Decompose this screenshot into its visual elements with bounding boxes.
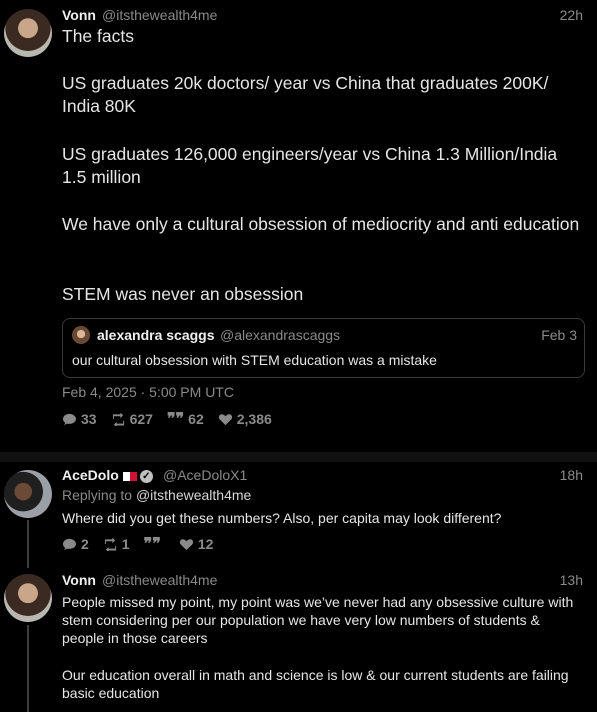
quote-icon: ❞❞ bbox=[143, 536, 161, 553]
retweet-count: 1 bbox=[121, 536, 130, 552]
reply-count: 2 bbox=[81, 536, 89, 552]
reply-stat[interactable]: 33 bbox=[62, 411, 97, 427]
heart-icon bbox=[218, 413, 232, 425]
quote-author-name[interactable]: alexandra scaggs bbox=[97, 327, 215, 343]
comment-icon bbox=[63, 538, 76, 550]
like-stat[interactable]: 12 bbox=[179, 536, 214, 552]
author-handle[interactable]: @AceDoloX1 bbox=[163, 467, 247, 483]
quote-stat[interactable]: ❞❞ 62 bbox=[167, 409, 204, 429]
retweet-icon bbox=[104, 537, 116, 551]
author-name[interactable]: AceDolo ✓ bbox=[62, 467, 153, 483]
tweet-paragraph: US graduates 126,000 engineers/year vs C… bbox=[62, 144, 558, 187]
replying-prefix: Replying to bbox=[62, 487, 133, 503]
tweet-paragraph: Our education overall in math and scienc… bbox=[62, 667, 569, 701]
panama-flag-icon bbox=[122, 471, 137, 481]
thread-divider bbox=[0, 452, 597, 462]
author-name-text: AceDolo bbox=[62, 467, 119, 483]
author-name[interactable]: Vonn bbox=[62, 572, 96, 588]
author-name[interactable]: Vonn bbox=[62, 7, 96, 23]
tweet-time[interactable]: 22h bbox=[560, 7, 583, 23]
like-count: 12 bbox=[197, 536, 214, 552]
quote-text: our cultural obsession with STEM educati… bbox=[72, 352, 437, 368]
tweet-time[interactable]: 13h bbox=[560, 572, 583, 588]
tweet-time[interactable]: 18h bbox=[560, 467, 583, 483]
heart-icon bbox=[179, 538, 193, 550]
quote-author-handle[interactable]: @alexandrascaggs bbox=[220, 327, 340, 343]
avatar[interactable] bbox=[4, 470, 52, 518]
replying-to-link[interactable]: @itsthewealth4me bbox=[136, 487, 251, 503]
quote-date[interactable]: Feb 3 bbox=[541, 327, 577, 343]
replying-to: Replying to @itsthewealth4me bbox=[62, 487, 251, 503]
avatar[interactable] bbox=[4, 574, 52, 622]
tweet-paragraph: The facts bbox=[62, 26, 134, 46]
quoted-tweet[interactable]: alexandra scaggs @alexandrascaggs Feb 3 … bbox=[62, 318, 585, 378]
tweet-stats: 33 627 ❞❞ 62 2,386 bbox=[62, 409, 272, 429]
quote-icon: ❞❞ bbox=[166, 411, 185, 428]
tweet-paragraph: We have only a cultural obsession of med… bbox=[62, 214, 580, 234]
thread-line bbox=[27, 520, 29, 568]
tweet-stats: 2 1 ❞❞ 12 bbox=[62, 534, 213, 554]
tweet-text: Where did you get these numbers? Also, p… bbox=[62, 510, 502, 526]
avatar[interactable] bbox=[4, 9, 52, 57]
thread-line bbox=[27, 625, 29, 712]
quote-count: 62 bbox=[188, 411, 204, 427]
tweet-paragraph: People missed my point, my point was we’… bbox=[62, 594, 574, 646]
retweet-icon bbox=[112, 412, 124, 426]
quote-stat[interactable]: ❞❞ bbox=[144, 534, 165, 554]
tweet-paragraph: STEM was never an obsession bbox=[62, 284, 304, 304]
comment-icon bbox=[63, 413, 76, 425]
author-handle[interactable]: @itsthewealth4me bbox=[102, 572, 217, 588]
retweet-stat[interactable]: 1 bbox=[103, 536, 130, 552]
tweet-paragraph: US graduates 20k doctors/ year vs China … bbox=[62, 73, 549, 116]
author-handle[interactable]: @itsthewealth4me bbox=[102, 7, 217, 23]
quote-avatar bbox=[72, 326, 90, 344]
reply-count: 33 bbox=[81, 411, 97, 427]
reply-stat[interactable]: 2 bbox=[62, 536, 89, 552]
retweet-count: 627 bbox=[129, 411, 153, 427]
like-stat[interactable]: 2,386 bbox=[218, 411, 272, 427]
retweet-stat[interactable]: 627 bbox=[111, 411, 153, 427]
tweet-timestamp[interactable]: Feb 4, 2025 · 5:00 PM UTC bbox=[62, 384, 234, 400]
like-count: 2,386 bbox=[236, 411, 272, 427]
verified-icon: ✓ bbox=[139, 469, 153, 483]
